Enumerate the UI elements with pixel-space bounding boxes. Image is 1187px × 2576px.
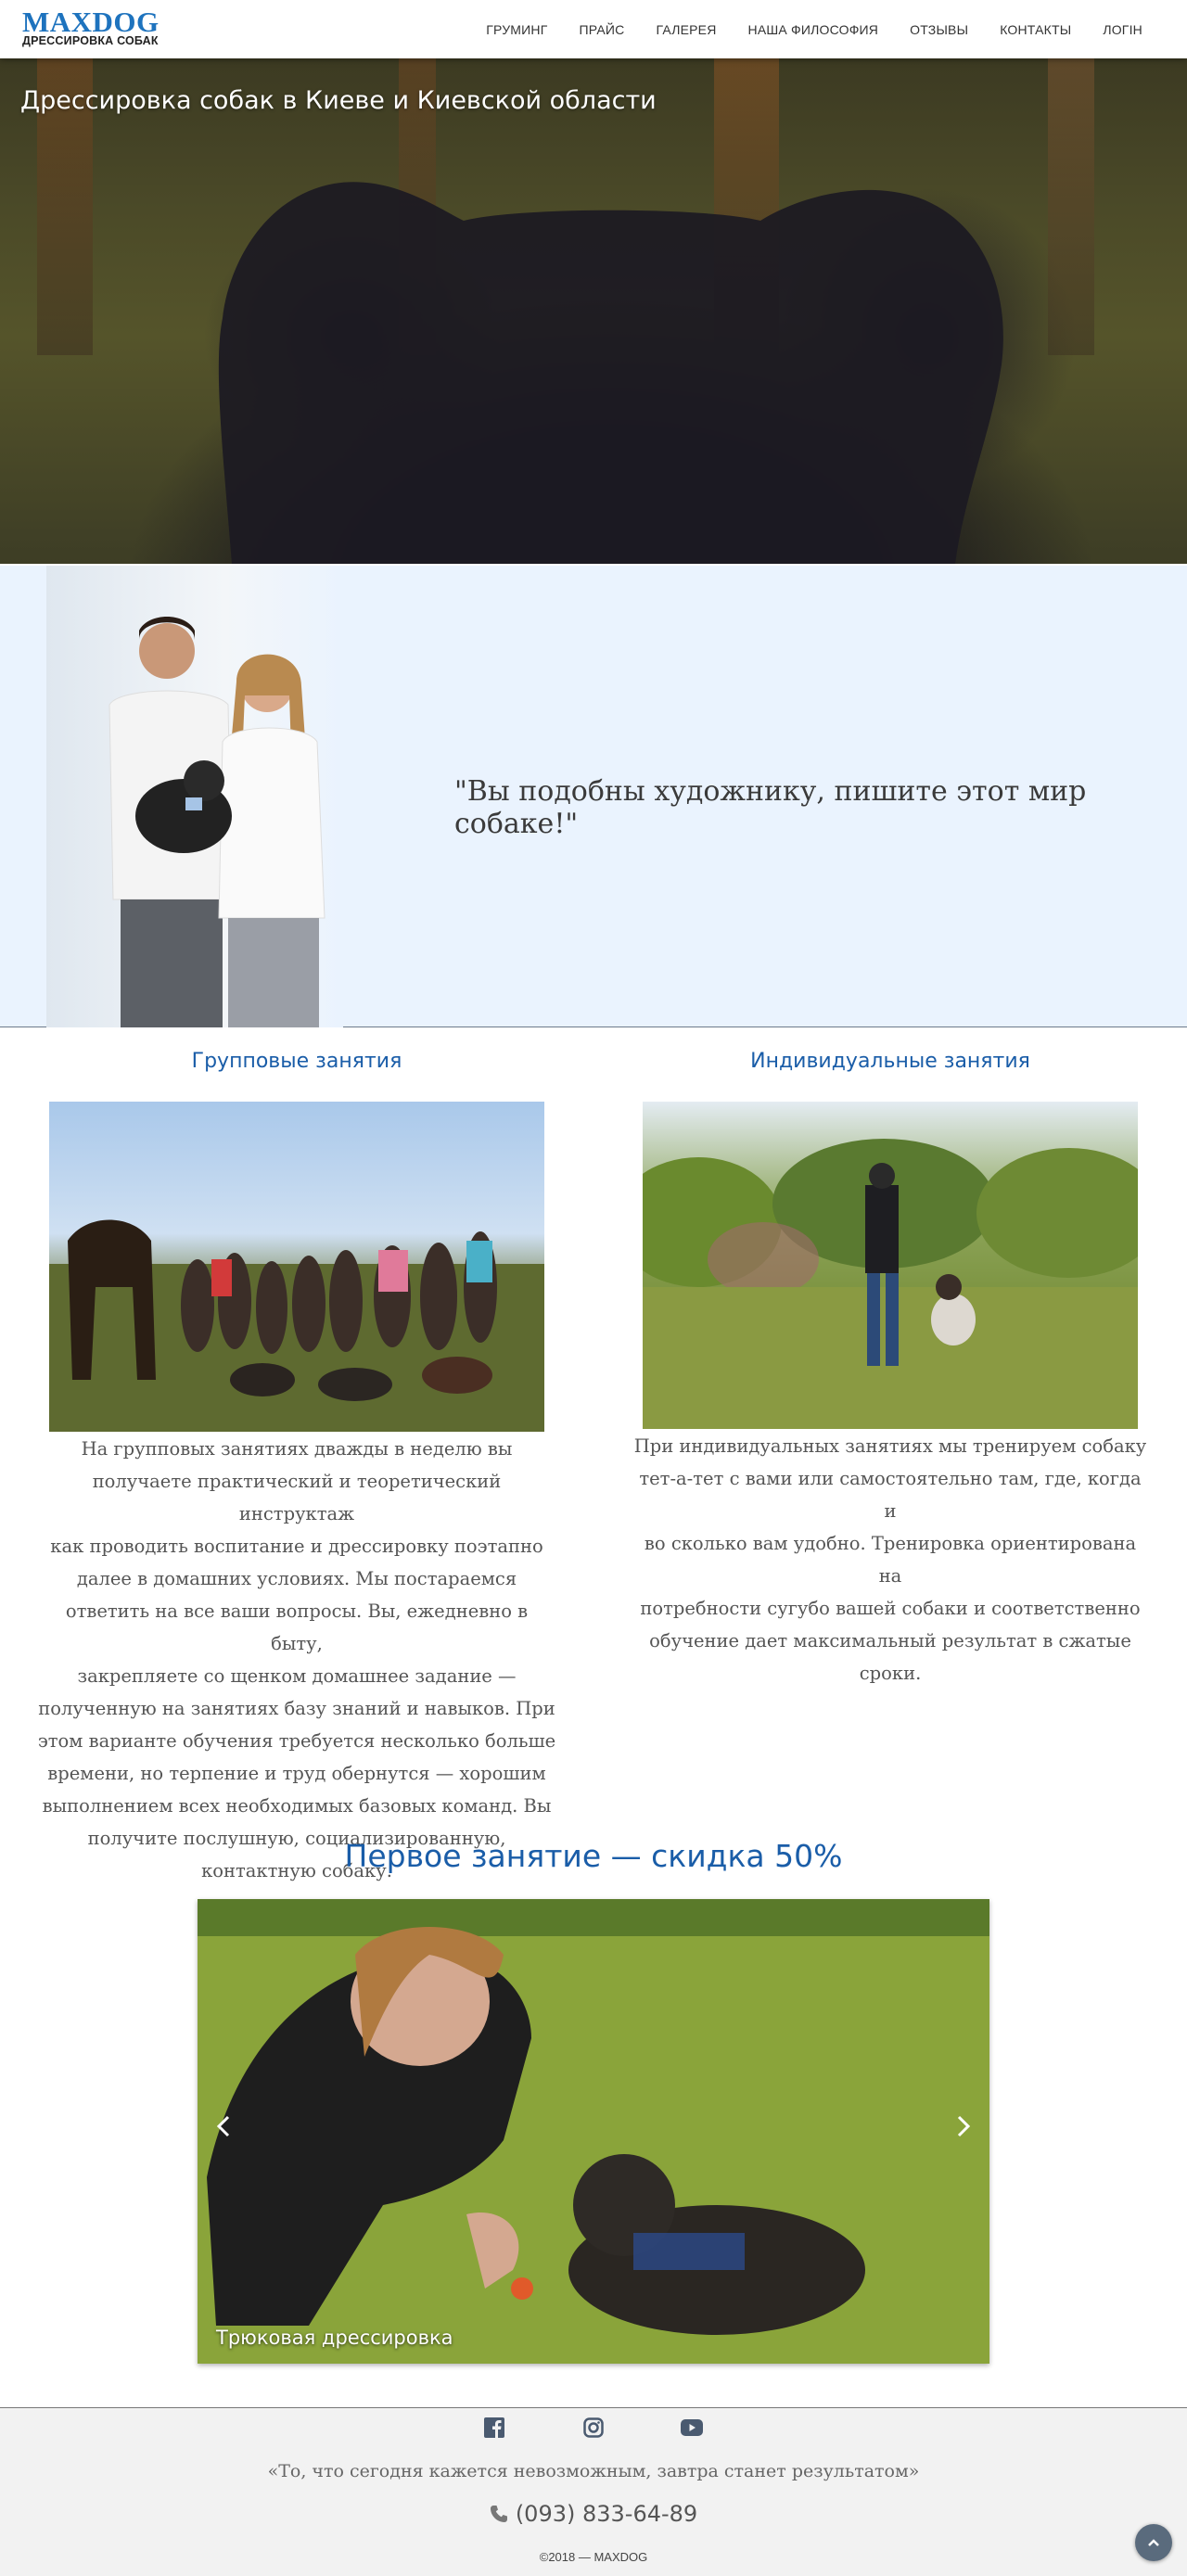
text-line: обучение дает максимальный результат в с…	[649, 1630, 1131, 1651]
text-line: сроки.	[859, 1663, 922, 1684]
group-classes-title: Групповые занятия	[191, 1050, 402, 1073]
chevron-left-icon	[216, 2115, 230, 2137]
text-line: На групповых занятиях дважды в неделю вы	[81, 1438, 513, 1460]
hero-banner: Дрессировка собак в Киеве и Киевской обл…	[0, 58, 1187, 564]
text-line: потребности сугубо вашей собаки и соотве…	[640, 1598, 1141, 1619]
facebook-icon	[484, 2417, 504, 2438]
main-nav: ГРУМИНГ ПРАЙС ГАЛЕРЕЯ НАША ФИЛОСОФИЯ ОТЗ…	[454, 0, 1142, 58]
group-classes-photo	[49, 1102, 544, 1432]
logo-name: MAXDOG	[22, 6, 160, 38]
individual-photo-illustration	[643, 1139, 1138, 1429]
instagram-link[interactable]	[581, 2415, 606, 2441]
logo[interactable]: MAXDOG ДРЕССИРОВКА СОБАК	[22, 7, 160, 47]
nav-item-philosophy[interactable]: НАША ФИЛОСОФИЯ	[748, 22, 879, 37]
text-line: ответить на все ваши вопросы. Вы, ежедне…	[65, 1600, 529, 1654]
logo-tagline: ДРЕССИРОВКА СОБАК	[22, 34, 159, 47]
text-line: далее в домашних условиях. Мы постараемс…	[76, 1568, 517, 1589]
quote-text: "Вы подобны художнику, пишите этот мир с…	[454, 775, 1087, 840]
trainers-photo	[46, 566, 343, 1027]
text-line: во сколько вам удобно. Тренировка ориент…	[644, 1533, 1137, 1587]
text-line: получаете практический и теоретический и…	[92, 1471, 502, 1524]
chevron-right-icon	[957, 2115, 971, 2137]
text-line: тет-а-тет с вами или самостоятельно там,…	[639, 1468, 1142, 1522]
individual-classes-text: При индивидуальных занятиях мы тренируем…	[631, 1430, 1150, 1690]
carousel-slide-image	[198, 1899, 989, 2364]
offer-title: Первое занятие — скидка 50%	[344, 1838, 843, 1874]
nav-item-grooming[interactable]: ГРУМИНГ	[486, 22, 547, 37]
group-photo-illustration	[49, 1219, 544, 1432]
text-line: закрепляете со щенком домашнее задание —	[77, 1665, 517, 1687]
text-line: как проводить воспитание и дрессировку п…	[50, 1536, 543, 1557]
phone-number[interactable]: (093) 833-64-89	[516, 2501, 697, 2527]
scroll-to-top-button[interactable]	[1135, 2524, 1172, 2561]
nav-item-price[interactable]: ПРАЙС	[580, 22, 625, 37]
nav-item-gallery[interactable]: ГАЛЕРЕЯ	[657, 22, 717, 37]
quote-section: "Вы подобны художнику, пишите этот мир с…	[0, 566, 1187, 1027]
nav-item-contacts[interactable]: КОНТАКТЫ	[1000, 22, 1071, 37]
chevron-up-icon	[1148, 2539, 1159, 2546]
youtube-link[interactable]	[679, 2415, 705, 2441]
text-line: При индивидуальных занятиях мы тренируем…	[633, 1435, 1147, 1457]
phone-line[interactable]: (093) 833-64-89	[0, 2501, 1187, 2527]
carousel-prev-button[interactable]	[214, 2111, 233, 2147]
phone-icon	[490, 2506, 507, 2522]
navbar: MAXDOG ДРЕССИРОВКА СОБАК ГРУМИНГ ПРАЙС Г…	[0, 0, 1187, 58]
text-line: этом варианте обучения требуется несколь…	[37, 1730, 556, 1752]
nav-item-reviews[interactable]: ОТЗЫВЫ	[910, 22, 968, 37]
image-carousel[interactable]: Трюковая дрессировка	[198, 1899, 989, 2364]
trainers-illustration	[108, 617, 325, 1027]
individual-classes-photo	[643, 1102, 1138, 1429]
copyright: ©2018 — MAXDOG	[539, 2550, 648, 2564]
carousel-caption: Трюковая дрессировка	[216, 2327, 453, 2349]
text-line: полученную на занятиях базу знаний и нав…	[38, 1698, 555, 1719]
instagram-icon	[583, 2417, 604, 2438]
youtube-icon	[681, 2419, 703, 2436]
text-line: выполнением всех необходимых базовых ком…	[42, 1795, 552, 1817]
nav-item-login[interactable]: ЛОГІН	[1103, 22, 1142, 37]
carousel-next-button[interactable]	[954, 2111, 973, 2147]
facebook-link[interactable]	[481, 2415, 507, 2441]
hero-dog-silhouette	[218, 182, 1003, 564]
footer-quote: «То, что сегодня кажется невозможным, за…	[267, 2461, 920, 2481]
hero-title: Дрессировка собак в Киеве и Киевской обл…	[20, 86, 657, 115]
text-line: времени, но терпение и труд обернутся — …	[47, 1763, 546, 1784]
individual-classes-title: Индивидуальные занятия	[750, 1050, 1030, 1073]
group-classes-text: На групповых занятиях дважды в неделю вы…	[37, 1433, 556, 1887]
